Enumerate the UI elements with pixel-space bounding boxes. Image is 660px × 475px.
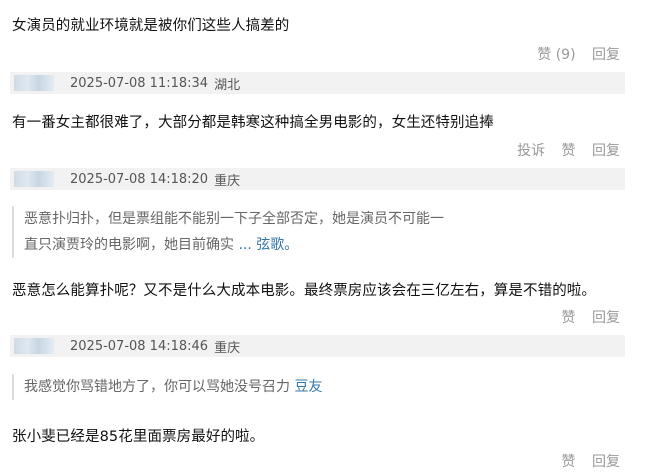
quoted-reply: 我感觉你骂错地方了，你可以骂她没号召力 豆友: [12, 374, 322, 400]
quote-author-link[interactable]: 豆友: [294, 379, 322, 395]
like-button[interactable]: 赞: [562, 143, 576, 159]
blurred-username: [14, 171, 54, 187]
like-button[interactable]: 赞: [562, 310, 576, 326]
reply-button[interactable]: 回复: [592, 454, 620, 470]
quote-text: 我感觉你骂错地方了，你可以骂她没号召力: [24, 379, 290, 395]
comment-text: 女演员的就业环境就是被你们这些人搞差的: [12, 18, 290, 34]
blurred-username: [14, 338, 54, 354]
comment-actions: 赞 回复: [550, 451, 620, 471]
comment-time: 2025-07-08 14:18:20: [70, 171, 209, 187]
comment-thread: 女演员的就业环境就是被你们这些人搞差的 赞 (9) 回复 2025-07-08 …: [0, 0, 660, 475]
comment-actions: 赞 回复: [550, 307, 620, 327]
comment-location: 重庆: [214, 173, 241, 189]
like-button[interactable]: 赞: [562, 454, 576, 470]
like-button[interactable]: 赞 (9): [537, 47, 575, 63]
comment-text: 张小斐已经是85花里面票房最好的啦。: [12, 429, 265, 445]
report-button[interactable]: 投诉: [517, 143, 545, 159]
reply-button[interactable]: 回复: [592, 143, 620, 159]
comment-time: 2025-07-08 11:18:34: [70, 75, 209, 91]
reply-button[interactable]: 回复: [592, 310, 620, 326]
quote-line: 直只演贾玲的电影啊，她目前确实 ... 弦歌。: [24, 232, 444, 258]
comment-meta: 2025-07-08 11:18:34 湖北: [10, 72, 625, 94]
comment-location: 重庆: [214, 340, 241, 356]
comment-text: 有一番女主都很难了，大部分都是韩寒这种搞全男电影的，女生还特别追捧: [12, 115, 494, 131]
quoted-reply: 恶意扑归扑，但是票组能不能别一下子全部否定，她是演员不可能一 直只演贾玲的电影啊…: [12, 206, 444, 258]
comment-actions: 投诉 赞 回复: [505, 140, 620, 160]
comment-actions: 赞 (9) 回复: [525, 44, 620, 64]
comment-meta: 2025-07-08 14:18:20 重庆: [10, 168, 625, 190]
comment-time: 2025-07-08 14:18:46: [70, 338, 209, 354]
reply-button[interactable]: 回复: [592, 47, 620, 63]
comment-location: 湖北: [214, 77, 241, 93]
quote-text: 直只演贾玲的电影啊，她目前确实: [24, 237, 234, 253]
comment-meta: 2025-07-08 14:18:46 重庆: [10, 335, 625, 357]
blurred-username: [14, 75, 54, 91]
comment-text: 恶意怎么能算扑呢？又不是什么大成本电影。最终票房应该会在三亿左右，算是不错的啦。: [12, 283, 596, 299]
quote-line: 恶意扑归扑，但是票组能不能别一下子全部否定，她是演员不可能一: [24, 211, 444, 227]
quote-author-link[interactable]: ... 弦歌。: [238, 237, 298, 253]
